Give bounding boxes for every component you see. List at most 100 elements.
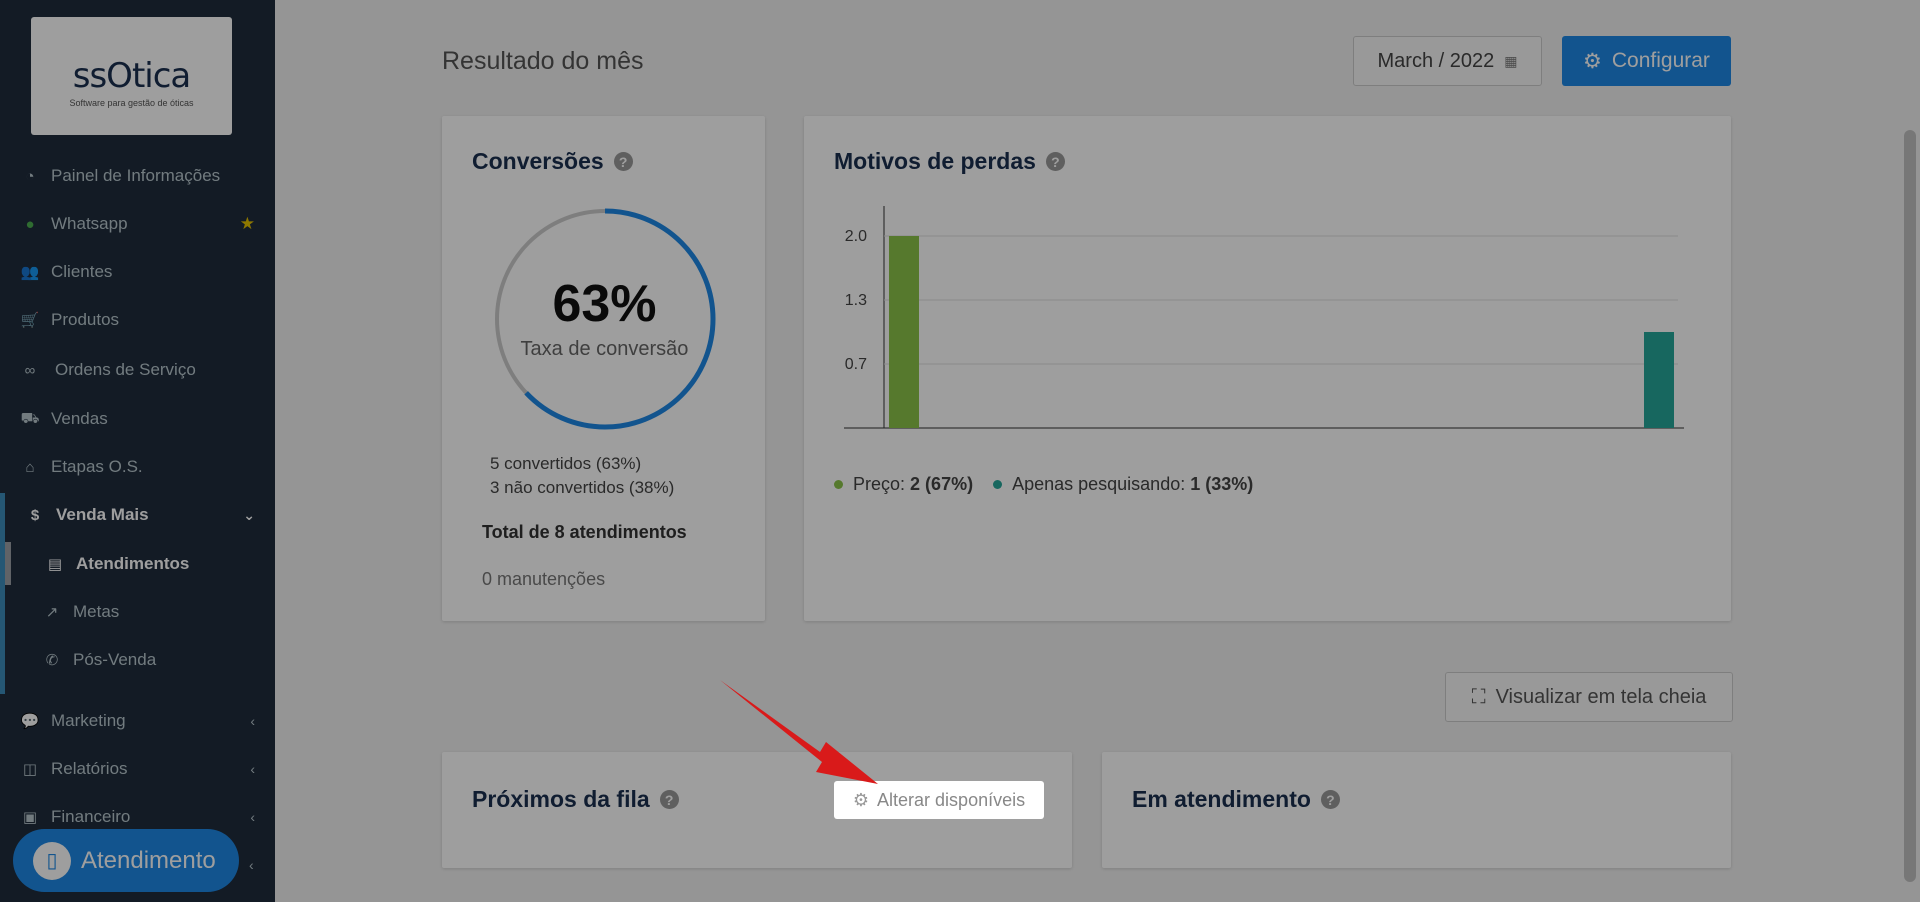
main-content: Resultado do mês March / 2022 ▦ ⚙ Config…: [275, 0, 1900, 902]
legend-dot-pesquisando: [993, 480, 1003, 489]
motivos-title-text: Motivos de perdas: [834, 148, 1036, 174]
sidebar-item-relatorios[interactable]: ◫ Relatórios ‹: [0, 747, 275, 791]
help-icon[interactable]: ?: [613, 152, 633, 171]
cart-icon: 🛒: [20, 312, 40, 329]
help-icon[interactable]: ?: [1320, 790, 1340, 809]
sidebar-item-label: Pós-Venda: [73, 650, 157, 669]
help-icon[interactable]: ?: [1045, 152, 1065, 171]
motivos-title: Motivos de perdas ?: [834, 148, 1065, 175]
proximos-title-text: Próximos da fila: [472, 786, 650, 812]
sidebar-item-marketing[interactable]: 💬 Marketing ‹: [0, 699, 275, 743]
legend-name-pesquisando: Apenas pesquisando:: [1012, 474, 1186, 494]
month-value: March / 2022: [1377, 49, 1495, 72]
book-icon: ▯: [33, 841, 71, 880]
conversoes-card: Conversões ? 63% Taxa de conversão 5 con…: [442, 116, 765, 621]
atendimento-label: Atendimento: [81, 846, 216, 874]
users-cog-icon: ⚙: [852, 789, 870, 810]
fullscreen-button[interactable]: ⛶ Visualizar em tela cheia: [1445, 672, 1733, 722]
sidebar-item-produtos[interactable]: 🛒 Produtos: [0, 298, 275, 342]
pointer-arrow-icon: [720, 680, 878, 784]
bar-1[interactable]: [1644, 332, 1674, 428]
legend-value-pesquisando: 1 (33%): [1190, 474, 1254, 494]
sidebar-item-whatsapp[interactable]: ● Whatsapp ★: [0, 202, 275, 246]
sidebar-item-pos-venda[interactable]: ✆ Pós-Venda: [0, 638, 275, 682]
month-picker[interactable]: March / 2022 ▦: [1353, 36, 1542, 86]
chart-legend: Preço: 2 (67%) Apenas pesquisando: 1 (33…: [834, 474, 1253, 495]
y-tick-label: 2.0: [845, 228, 867, 245]
em-atendimento-card: Em atendimento ?: [1102, 752, 1731, 868]
fullscreen-label: Visualizar em tela cheia: [1495, 685, 1707, 708]
legend-value-preco: 2 (67%): [910, 474, 974, 494]
sidebar-item-label: Ordens de Serviço: [55, 360, 196, 379]
chevron-left-icon: ‹: [250, 761, 255, 777]
whatsapp-icon: ●: [25, 215, 35, 233]
sidebar-item-label: Etapas O.S.: [51, 457, 143, 476]
sidebar-item-atendimentos[interactable]: ▤ Atendimentos: [0, 542, 275, 586]
sidebar-item-label: Whatsapp: [51, 214, 128, 233]
logo-text: ssOtica: [72, 56, 191, 96]
chevron-left-icon: ‹: [250, 713, 255, 729]
y-tick-label: 1.3: [845, 292, 867, 309]
gear-icon: ⚙: [1583, 49, 1602, 73]
sidebar-item-label: Venda Mais: [56, 505, 149, 524]
money-icon: ▣: [22, 809, 38, 826]
chart-icon: ↗: [45, 604, 59, 621]
sidebar-item-label: Vendas: [51, 409, 108, 428]
nao-convertidos-text: 3 não convertidos (38%): [490, 478, 675, 497]
bar-0[interactable]: [889, 236, 919, 428]
logo[interactable]: ssOtica Software para gestão de óticas: [31, 17, 232, 135]
sidebar-item-label: Marketing: [51, 711, 126, 730]
conversion-label: Taxa de conversão: [520, 338, 689, 360]
conversion-percent: 63%: [552, 275, 657, 333]
glasses-icon: ∞: [24, 361, 36, 379]
phone-icon: ✆: [45, 652, 59, 669]
conversoes-title-text: Conversões: [472, 148, 604, 174]
sidebar-item-label: Metas: [73, 602, 120, 621]
scroll-thumb[interactable]: [1904, 130, 1916, 882]
basket-icon: ⛟: [20, 409, 40, 427]
help-icon[interactable]: ?: [659, 790, 679, 809]
expand-icon: ⛶: [1471, 685, 1486, 708]
logo-subtitle: Software para gestão de óticas: [69, 98, 194, 108]
conversoes-title: Conversões ?: [472, 148, 633, 175]
page-title: Resultado do mês: [442, 47, 644, 75]
configurar-button[interactable]: ⚙ Configurar: [1562, 36, 1731, 86]
em-atendimento-title-text: Em atendimento: [1132, 786, 1311, 812]
sidebar-item-label: Atendimentos: [76, 554, 190, 573]
sidebar-item-label: Relatórios: [51, 759, 128, 778]
total-atendimentos: Total de 8 atendimentos: [482, 522, 687, 542]
report-icon: ◫: [22, 761, 38, 778]
motivos-card: Motivos de perdas ? 2.0 1.3 0.7 Preço: 2 (…: [804, 116, 1731, 621]
configurar-label: Configurar: [1611, 49, 1710, 72]
alterar-disponiveis-label: Alterar disponíveis: [877, 789, 1026, 810]
sidebar-item-clientes[interactable]: 👥 Clientes: [0, 250, 275, 294]
users-icon: 👥: [20, 264, 40, 281]
calendar-icon: ▦: [1504, 52, 1518, 69]
scrollbar[interactable]: [1900, 0, 1920, 902]
y-tick-label: 0.7: [845, 356, 867, 373]
sidebar-item-ordens[interactable]: ∞ Ordens de Serviço: [0, 348, 275, 392]
dashboard-icon: ◔: [25, 167, 35, 185]
motivos-bar-chart: 2.0 1.3 0.7: [844, 206, 1684, 429]
sidebar-item-venda-mais[interactable]: $ Venda Mais ⌄: [0, 493, 275, 537]
clipboard-icon: ▤: [47, 556, 63, 573]
chevron-left-icon: ‹: [250, 809, 255, 825]
sidebar-item-etapas[interactable]: ⌂ Etapas O.S.: [0, 445, 275, 489]
sidebar-item-vendas[interactable]: ⛟ Vendas: [0, 397, 275, 441]
convertidos-text: 5 convertidos (63%): [490, 454, 642, 473]
sidebar-item-label: Clientes: [51, 262, 113, 281]
sidebar-item-label: Produtos: [51, 310, 120, 329]
sidebar-item-label: Painel de Informações: [51, 166, 221, 185]
atendimento-chat-button[interactable]: ▯ Atendimento: [13, 829, 239, 892]
chevron-left-icon[interactable]: ‹: [249, 857, 254, 873]
manutencoes-text: 0 manutenções: [482, 569, 606, 589]
proximos-title: Próximos da fila ?: [472, 786, 679, 813]
chevron-down-icon: ⌄: [243, 506, 255, 523]
sidebar-item-painel[interactable]: ◔ Painel de Informações: [0, 154, 275, 198]
star-icon[interactable]: ★: [240, 214, 255, 234]
tag-icon: ⌂: [25, 458, 35, 476]
sidebar-item-label: Financeiro: [51, 807, 131, 826]
sidebar-item-metas[interactable]: ↗ Metas: [0, 590, 275, 634]
comments-icon: 💬: [20, 713, 40, 730]
em-atendimento-title: Em atendimento ?: [1132, 786, 1340, 813]
